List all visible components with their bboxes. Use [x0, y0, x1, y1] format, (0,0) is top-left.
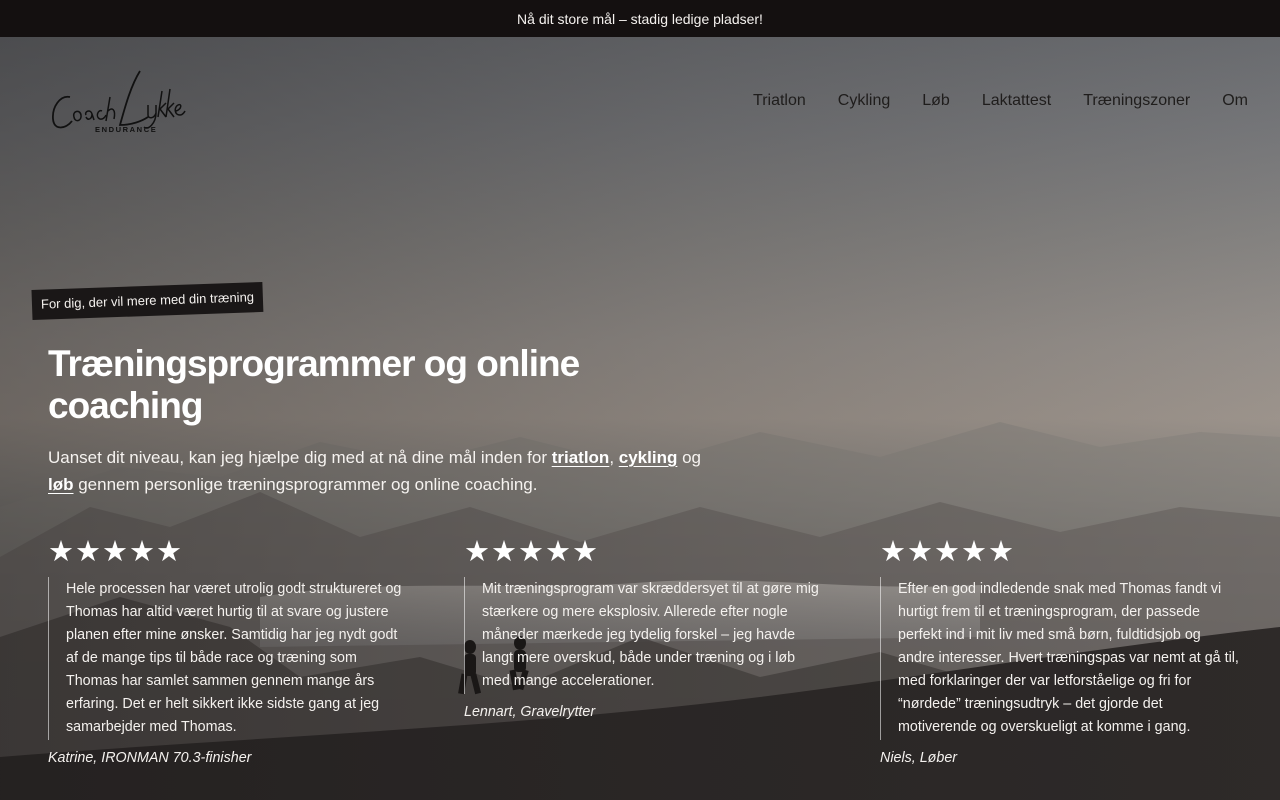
star-icon: ★	[129, 534, 155, 568]
hero-intro: Uanset dit niveau, kan jeg hjælpe dig me…	[48, 444, 728, 498]
nav-item-lob[interactable]: Løb	[922, 92, 950, 110]
nav-item-traeningszoner[interactable]: Træningszoner	[1083, 92, 1190, 110]
star-icon: ★	[75, 534, 101, 568]
link-lob[interactable]: løb	[48, 475, 74, 494]
star-rating: ★ ★ ★ ★ ★	[48, 535, 408, 567]
announcement-bar: Nå dit store mål – stadig ledige pladser…	[0, 0, 1280, 37]
nav-item-laktattest[interactable]: Laktattest	[982, 92, 1051, 110]
intro-text-1: Uanset dit niveau, kan jeg hjælpe dig me…	[48, 448, 552, 467]
star-icon: ★	[518, 534, 544, 568]
link-triatlon[interactable]: triatlon	[552, 448, 610, 467]
star-icon: ★	[491, 534, 517, 568]
review-author: Lennart, Gravelrytter	[464, 704, 596, 720]
intro-sep-2: og	[677, 448, 701, 467]
announcement-text: Nå dit store mål – stadig ledige pladser…	[517, 10, 763, 27]
site-header: ENDURANCE Triatlon Cykling Løb Laktattes…	[0, 37, 1280, 171]
main-nav: Triatlon Cykling Løb Laktattest Trænings…	[753, 92, 1248, 110]
review-author: Niels, Løber	[880, 750, 958, 766]
star-icon: ★	[907, 534, 933, 568]
star-icon: ★	[934, 534, 960, 568]
nav-item-triatlon[interactable]: Triatlon	[753, 92, 806, 110]
star-rating: ★ ★ ★ ★ ★	[880, 535, 1240, 567]
review-quote: Efter en god indledende snak med Thomas …	[880, 577, 1240, 740]
star-icon: ★	[545, 534, 571, 568]
link-cykling[interactable]: cykling	[619, 448, 678, 467]
star-icon: ★	[988, 534, 1014, 568]
review-card: ★ ★ ★ ★ ★ Mit træningsprogram var skræddersy…	[464, 535, 824, 720]
star-icon: ★	[464, 534, 490, 568]
star-icon: ★	[102, 534, 128, 568]
star-icon: ★	[48, 534, 74, 568]
nav-item-om[interactable]: Om	[1222, 92, 1248, 110]
review-author: Katrine, IRONMAN 70.3-finisher	[48, 750, 252, 766]
review-card: ★ ★ ★ ★ ★ Efter en god indledende snak med T…	[880, 535, 1240, 766]
review-quote: Mit træningsprogram var skræddersyet til…	[464, 577, 824, 694]
intro-sep-1: ,	[609, 448, 619, 467]
star-icon: ★	[156, 534, 182, 568]
star-icon: ★	[572, 534, 598, 568]
logo-subtitle: ENDURANCE	[95, 125, 158, 134]
star-rating: ★ ★ ★ ★ ★	[464, 535, 824, 567]
star-icon: ★	[880, 534, 906, 568]
intro-text-2: gennem personlige træningsprogrammer og …	[73, 475, 538, 494]
page-title: Træningsprogrammer og online coaching	[48, 343, 580, 426]
star-icon: ★	[961, 534, 987, 568]
nav-item-cykling[interactable]: Cykling	[838, 92, 890, 110]
review-card: ★ ★ ★ ★ ★ Hele processen har været utrolig g…	[48, 535, 408, 766]
coach-lykke-logo[interactable]: ENDURANCE	[48, 67, 188, 139]
review-quote: Hele processen har været utrolig godt st…	[48, 577, 408, 740]
